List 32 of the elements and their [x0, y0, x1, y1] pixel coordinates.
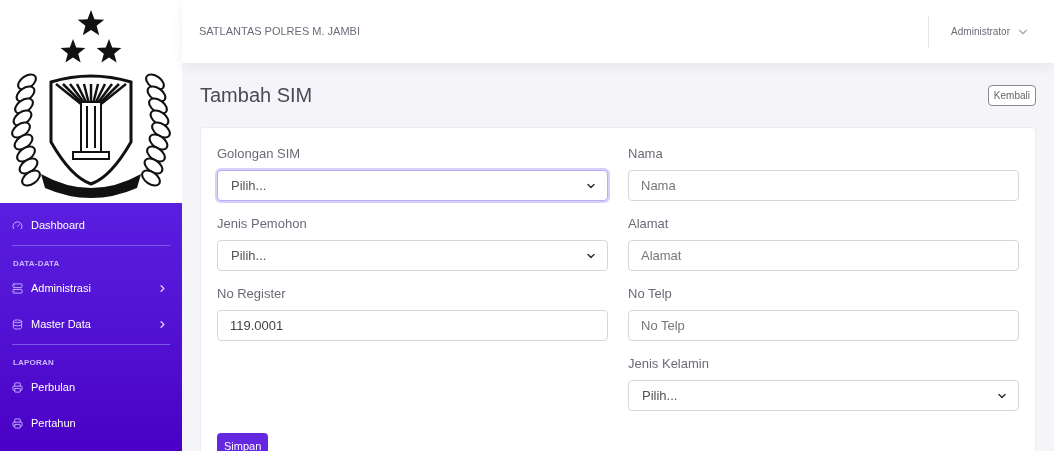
sidebar-item[interactable]: Master Data	[12, 316, 170, 332]
nav-icon	[12, 417, 23, 429]
sidebar-item[interactable]: Dashboard	[12, 217, 170, 233]
sidebar-item[interactable]: Perbulan	[12, 379, 170, 395]
site-title: SATLANTAS POLRES M. JAMBI	[199, 24, 360, 40]
nav-icon	[12, 381, 23, 393]
input-field[interactable]: 119.0001	[217, 310, 608, 341]
field-label: Golongan SIM	[217, 145, 302, 163]
section-heading: DATA-DATA	[13, 258, 61, 270]
nav-icon	[12, 282, 23, 294]
field-label: No Register	[217, 285, 287, 303]
chevron-right-icon	[157, 282, 168, 294]
field-label: Jenis Kelamin	[628, 355, 710, 373]
sidebar-item[interactable]: Administrasi	[12, 280, 170, 296]
input-field[interactable]: No Telp	[628, 310, 1019, 341]
input-field[interactable]: Nama	[628, 170, 1019, 201]
page-title: Tambah SIM	[200, 83, 313, 108]
field-label: Alamat	[628, 215, 670, 233]
field-label: Jenis Pemohon	[217, 215, 308, 233]
back-button[interactable]: Kembali	[987, 84, 1036, 106]
select-field[interactable]: Pilih...	[217, 240, 608, 271]
nav-icon	[12, 318, 23, 330]
chevron-right-icon	[157, 318, 168, 330]
input-field[interactable]: Alamat	[628, 240, 1019, 271]
select-field[interactable]: Pilih...	[217, 170, 608, 201]
sidebar-item[interactable]: Pertahun	[12, 415, 170, 431]
field-label: Nama	[628, 145, 664, 163]
nav-icon	[12, 219, 23, 231]
user-menu[interactable]: Administrator	[951, 24, 1030, 39]
field-label: No Telp	[628, 285, 673, 303]
select-field[interactable]: Pilih...	[628, 380, 1019, 411]
section-heading: LAPORAN	[13, 357, 55, 369]
